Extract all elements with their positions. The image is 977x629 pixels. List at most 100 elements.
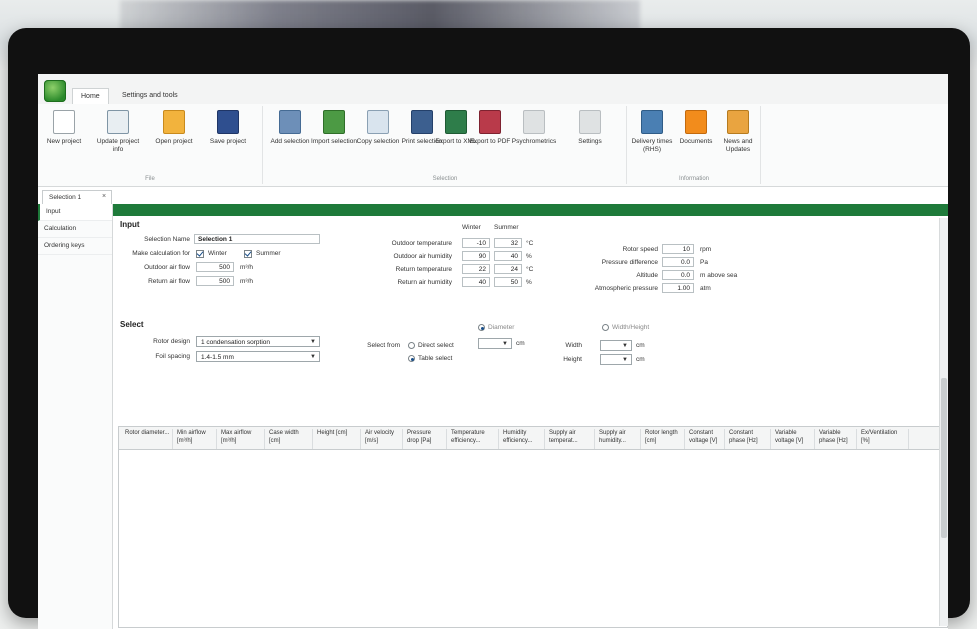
documents-button[interactable]: Documents [672,110,720,146]
nav-item-input[interactable]: Input [38,204,112,221]
outdoor-air-flow-unit: m³/h [240,264,253,271]
copy-selection-button[interactable]: Copy selection [354,110,402,146]
copy-icon [367,110,389,134]
atmospheric-pressure-label: Atmospheric pressure [594,285,658,292]
ribbon-tab-bar: Home Settings and tools [38,74,948,105]
altitude-input[interactable]: 0.0 [662,270,694,280]
import-selection-button[interactable]: Import selection [310,110,358,146]
pressure-difference-label: Pressure difference [601,259,658,266]
import-icon [323,110,345,134]
outdoor-air-flow-input[interactable]: 500 [196,262,234,272]
width-height-label: Width/Height [612,324,650,331]
atmospheric-pressure-input[interactable]: 1.00 [662,283,694,293]
settings-button[interactable]: Settings [566,110,614,146]
pressure-difference-input[interactable]: 0.0 [662,257,694,267]
return-humidity-label: Return air humidity [397,279,452,286]
column-header[interactable]: Air velocity [m/s] [363,429,403,449]
results-table[interactable]: Rotor diameter... Min airflow [m³/h] Max… [118,426,948,628]
chevron-down-icon: ▼ [310,339,316,345]
diameter-radio[interactable] [478,324,485,331]
nav-item-ordering-keys[interactable]: Ordering keys [38,238,112,255]
summer-checkbox[interactable] [244,250,252,258]
height-label: Height [563,356,582,363]
psychrometrics-icon [523,110,545,134]
ribbon-group-selection: Add selection Import selection Copy sele… [264,106,627,184]
column-header[interactable]: Case width [cm] [267,429,313,449]
winter-column-header: Winter [462,224,481,231]
column-header[interactable]: Max airflow [m³/h] [219,429,265,449]
width-height-radio[interactable] [602,324,609,331]
column-header[interactable]: Ex/Ventilation [%] [859,429,909,449]
update-project-info-button[interactable]: Update project info [94,110,142,154]
return-air-flow-unit: m³/h [240,278,253,285]
delivery-times-button[interactable]: Delivery times (RHS) [628,110,676,154]
outdoor-temperature-summer-input[interactable]: 32 [494,238,522,248]
open-folder-icon [163,110,185,134]
return-humidity-unit: % [526,279,532,286]
add-selection-label: Add selection [270,138,310,145]
psychrometrics-button[interactable]: Psychrometrics [510,110,558,146]
ribbon-group-information: Delivery times (RHS) Documents News and … [628,106,761,184]
summer-column-header: Summer [494,224,519,231]
column-header[interactable]: Temperature efficiency... [449,429,499,449]
column-header[interactable]: Humidity efficiency... [501,429,545,449]
column-header[interactable]: Variable voltage [V] [773,429,815,449]
outdoor-humidity-winter-input[interactable]: 90 [462,251,490,261]
ribbon-group-selection-label: Selection [432,176,458,182]
app-logo-icon[interactable] [44,80,66,102]
save-disk-icon [217,110,239,134]
winter-checkbox-label: Winter [208,250,227,257]
vertical-scrollbar[interactable] [939,218,948,626]
outdoor-humidity-summer-input[interactable]: 40 [494,251,522,261]
column-header[interactable]: Rotor length [cm] [643,429,685,449]
column-header[interactable]: Min airflow [m³/h] [175,429,217,449]
column-header[interactable]: Variable phase [Hz] [817,429,857,449]
outdoor-humidity-unit: % [526,253,532,260]
documents-icon [685,110,707,134]
column-header[interactable]: Rotor diameter... [123,429,173,449]
scrollbar-thumb[interactable] [941,378,947,538]
width-unit: cm [636,342,645,349]
width-select[interactable]: ▼ [600,340,632,351]
new-project-button[interactable]: New project [40,110,88,146]
outdoor-temperature-winter-input[interactable]: -10 [462,238,490,248]
foil-spacing-label: Foil spacing [155,353,190,360]
column-header[interactable]: Height [cm] [315,429,361,449]
rotor-design-select[interactable]: 1 condensation sorption ▼ [196,336,320,347]
direct-select-label: Direct select [418,342,454,349]
return-humidity-winter-input[interactable]: 40 [462,277,490,287]
height-select[interactable]: ▼ [600,354,632,365]
return-humidity-summer-input[interactable]: 50 [494,277,522,287]
direct-select-radio[interactable] [408,342,415,349]
column-header[interactable]: Supply air humidity... [597,429,641,449]
update-project-info-label: Update project info [96,138,140,153]
edit-document-icon [107,110,129,134]
column-header[interactable]: Supply air temperat... [547,429,595,449]
chevron-down-icon: ▼ [622,343,628,349]
tab-home[interactable]: Home [72,88,109,105]
winter-checkbox[interactable] [196,250,204,258]
table-select-label: Table select [418,355,453,362]
open-project-button[interactable]: Open project [150,110,198,146]
return-temperature-winter-input[interactable]: 22 [462,264,490,274]
rotor-speed-input[interactable]: 10 [662,244,694,254]
news-and-updates-button[interactable]: News and Updates [714,110,762,154]
print-icon [411,110,433,134]
table-select-radio[interactable] [408,355,415,362]
accent-header-bar [112,204,948,216]
return-air-flow-input[interactable]: 500 [196,276,234,286]
tab-settings-and-tools[interactable]: Settings and tools [114,88,186,104]
foil-spacing-select[interactable]: 1.4-1.5 mm ▼ [196,351,320,362]
column-header[interactable]: Constant phase [Hz] [727,429,771,449]
export-pdf-button[interactable]: Export to PDF [466,110,514,146]
close-tab-icon[interactable]: × [102,190,106,204]
column-header[interactable]: Constant voltage [V] [687,429,725,449]
diameter-select[interactable]: ▼ [478,338,512,349]
selection-name-input[interactable]: Selection 1 [194,234,320,244]
select-from-label: Select from [367,342,400,349]
add-selection-button[interactable]: Add selection [266,110,314,146]
save-project-button[interactable]: Save project [204,110,252,146]
nav-item-calculation[interactable]: Calculation [38,221,112,238]
column-header[interactable]: Pressure drop [Pa] [405,429,447,449]
return-temperature-summer-input[interactable]: 24 [494,264,522,274]
